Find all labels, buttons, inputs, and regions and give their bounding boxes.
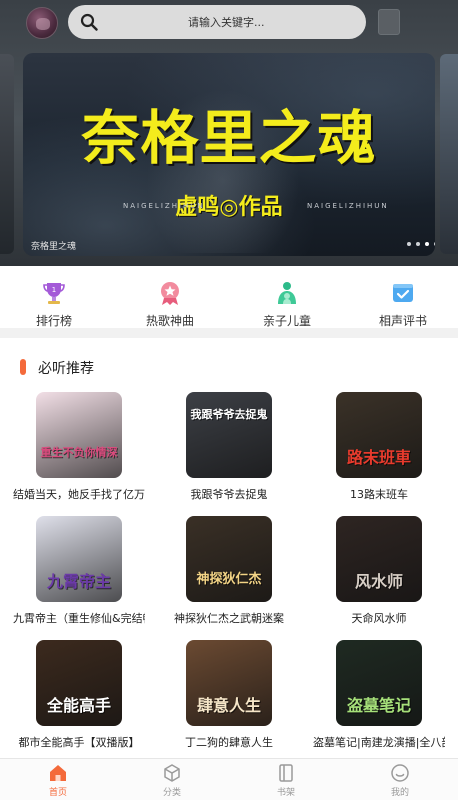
book-check-icon [393,284,413,302]
svg-text:1: 1 [52,286,56,294]
book-title[interactable]: 九霄帝主（重生修仙&完结畅... [13,610,145,626]
book-cover-text: 重生不负你情深 [40,446,118,459]
banner-pinyin-right: NAIGELIZHIHUN [307,202,389,210]
banner-pinyin-left: NAIGELIZHIHUN [123,202,205,210]
book-title[interactable]: 13路末班车 [313,486,445,502]
tab-home[interactable]: 首页 [28,763,88,798]
banner-title: 奈格里之魂 [81,104,377,172]
book-title[interactable]: 都市全能高手【双播版】 [13,734,145,750]
search-icon [80,13,98,31]
quicknav-ranking[interactable]: 1 排行榜 [14,280,94,329]
avatar[interactable] [26,7,58,39]
bookshelf-icon [279,764,293,782]
tab-category[interactable]: 分类 [142,763,202,798]
book-title[interactable]: 盗墓笔记|南建龙演播|全八部... [313,734,445,750]
quicknav-label: 亲子儿童 [262,314,311,328]
carousel-dot[interactable] [416,242,420,246]
carousel-dot[interactable] [407,242,411,246]
book-cover-text: 路末班車 [346,448,411,467]
book-cover[interactable]: 肆意人生 [186,640,272,726]
book-cover[interactable]: 全能高手 [36,640,122,726]
book-cover[interactable]: 盗墓笔记 [336,640,422,726]
tab-label: 首页 [48,788,67,798]
carousel-indicator [407,242,435,246]
book-cover-text: 盗墓笔记 [346,696,411,715]
tab-label: 书架 [276,788,295,798]
quicknav-label: 排行榜 [35,314,72,328]
book-cover-text: 全能高手 [46,696,111,715]
top-bar: 请输入关键字... [0,0,458,44]
hero-header: 请输入关键字... 奈格里之魂 虚鸣◎作品 NAIGELIZHIHUN NAIG… [0,0,458,266]
tab-profile[interactable]: 我的 [370,763,430,798]
tab-bookshelf[interactable]: 书架 [256,763,316,798]
book-title[interactable]: 我跟爷爷去捉鬼 [163,486,295,502]
book-cover-text: 九霄帝主 [46,572,111,591]
quicknav-kids[interactable]: 亲子儿童 [247,280,327,329]
banner-caption: 奈格里之魂 [31,242,77,252]
book-cover[interactable]: 我跟爷爷去捉鬼 [186,392,272,478]
book-cover-text: 我跟爷爷去捉鬼 [190,408,268,421]
search-bar[interactable]: 请输入关键字... [68,5,366,39]
section-accent-bar [20,359,26,375]
trophy-icon: 1 [43,283,65,304]
quicknav-hot-songs[interactable]: 热歌神曲 [130,280,210,329]
book-cover[interactable]: 路末班車 [336,392,422,478]
bottom-tab-bar: 首页 分类 书架 我的 [0,758,458,800]
quicknav-crosstalk[interactable]: 相声评书 [363,280,443,329]
tab-label: 我的 [390,788,409,798]
book-title[interactable]: 结婚当天，她反手找了亿万... [13,486,145,502]
book-title[interactable]: 天命风水师 [313,610,445,626]
star-icon [161,282,179,305]
section-title: 必听推荐 [38,361,94,377]
book-cover-text: 神探狄仁杰 [196,572,262,587]
home-icon [50,765,66,781]
book-title[interactable]: 神探狄仁杰之武朝迷案 [163,610,295,626]
book-cover[interactable]: 神探狄仁杰 [186,516,272,602]
carousel-dot[interactable] [434,242,435,246]
search-placeholder: 请输入关键字... [188,16,265,29]
carousel-next-card[interactable] [440,54,458,254]
book-cover[interactable]: 九霄帝主 [36,516,122,602]
banner-slide[interactable]: 奈格里之魂 虚鸣◎作品 NAIGELIZHIHUN NAIGELIZHIHUN … [23,53,435,256]
family-icon [278,282,296,304]
tab-label: 分类 [162,788,181,798]
book-cover[interactable]: 重生不负你情深 [36,392,122,478]
book-cover[interactable]: 风水师 [336,516,422,602]
profile-icon [391,764,409,782]
carousel-dot-active[interactable] [425,242,429,246]
carousel-prev-card[interactable] [0,54,14,254]
quicknav-label: 相声评书 [378,314,427,328]
book-cover-text: 风水师 [354,572,403,591]
quick-nav: 1 排行榜 热歌神曲 亲子儿童 相声评书 [0,266,458,328]
book-title[interactable]: 丁二狗的肆意人生 [163,734,295,750]
book-cover-text: 肆意人生 [196,696,261,715]
quicknav-label: 热歌神曲 [145,314,194,328]
scan-button[interactable] [378,9,400,35]
category-icon [164,764,180,782]
section-divider [0,328,458,338]
